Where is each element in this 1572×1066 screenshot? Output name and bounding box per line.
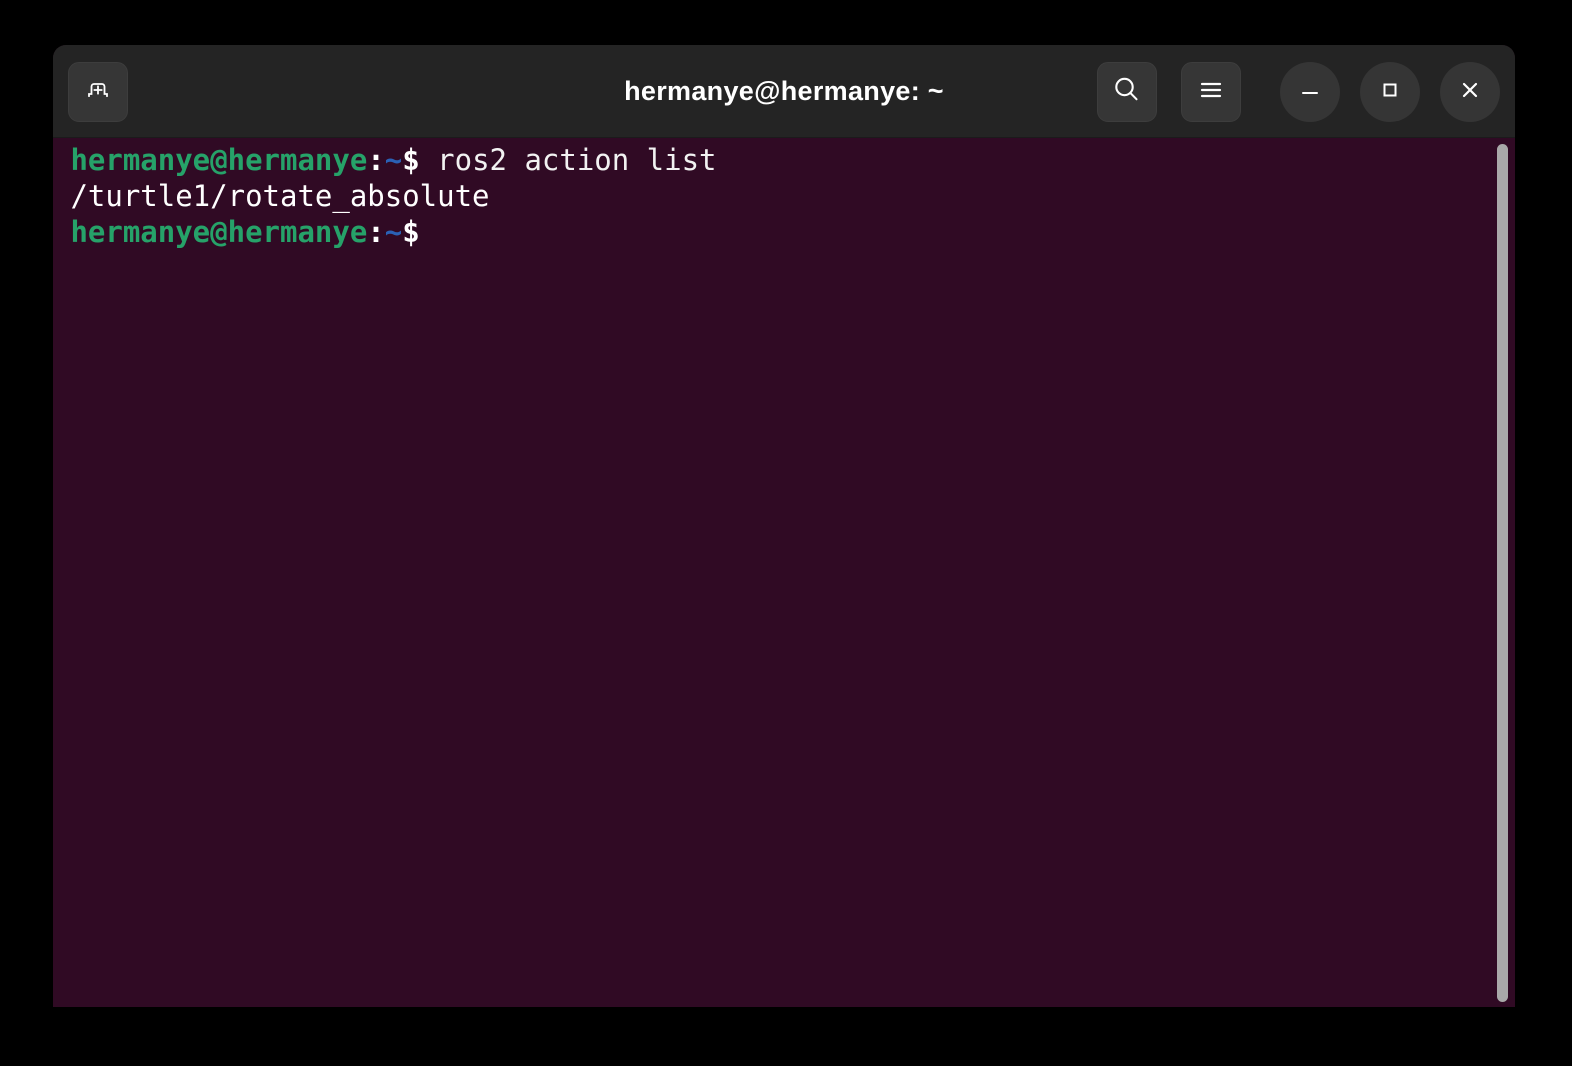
new-tab-button[interactable] [68,62,128,122]
minimize-icon [1297,77,1323,108]
search-button[interactable] [1097,62,1157,122]
main-menu-button[interactable] [1181,62,1241,122]
desktop-background: hermanye@hermanye: ~ hermanye@hermanye:~… [0,0,1572,1066]
terminal-output-area[interactable]: hermanye@hermanye:~$ ros2 action list /t… [53,138,1515,1007]
window-titlebar: hermanye@hermanye: ~ [53,45,1515,138]
maximize-icon [1377,77,1403,108]
search-icon [1110,73,1144,112]
maximize-button[interactable] [1360,62,1420,122]
terminal-text-content: hermanye@hermanye:~$ ros2 action list /t… [70,143,717,249]
close-icon [1457,77,1483,108]
terminal-scrollbar[interactable] [1497,144,1508,1002]
terminal-window: hermanye@hermanye: ~ hermanye@hermanye:~… [53,45,1515,1007]
terminal-scrollbar-thumb[interactable] [1497,144,1508,1002]
minimize-button[interactable] [1280,62,1340,122]
close-button[interactable] [1440,62,1500,122]
hamburger-menu-icon [1195,74,1227,111]
new-tab-icon [83,75,113,110]
